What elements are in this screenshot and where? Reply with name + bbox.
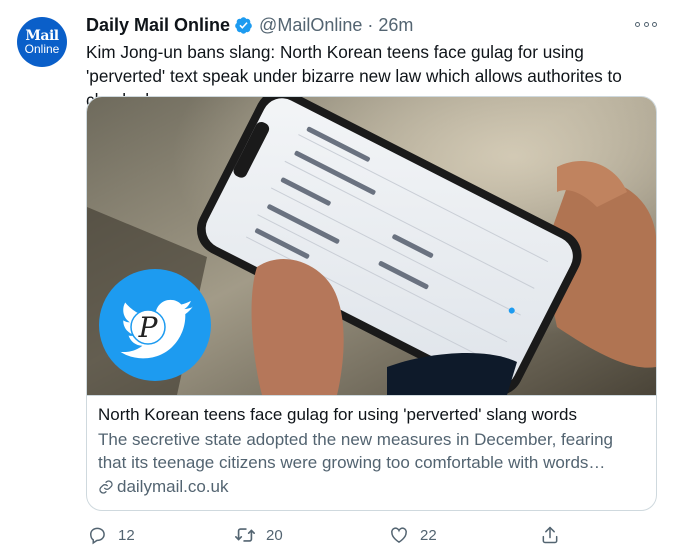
share-button[interactable]: [539, 522, 561, 548]
link-icon: [99, 480, 113, 494]
like-button[interactable]: 22: [388, 522, 437, 548]
more-icon[interactable]: [635, 17, 657, 31]
account-handle[interactable]: @MailOnline: [259, 15, 362, 36]
more-dot: [635, 21, 640, 27]
like-count: 22: [420, 526, 437, 544]
card-domain-text: dailymail.co.uk: [117, 477, 229, 496]
verified-badge-icon: [234, 16, 253, 35]
card-description: The secretive state adopted the new meas…: [98, 430, 614, 472]
separator-dot: ·: [367, 14, 374, 35]
overlay-letter: P: [138, 311, 159, 344]
reply-icon: [86, 524, 108, 546]
retweet-button[interactable]: 20: [234, 522, 283, 548]
tweet-header: Daily Mail Online @MailOnline · 26m: [86, 13, 413, 37]
avatar[interactable]: Mail Online: [17, 17, 67, 67]
card-title: North Korean teens face gulag for using …: [98, 405, 577, 424]
retweet-count: 20: [266, 526, 283, 544]
avatar-line-2: Online: [24, 41, 60, 56]
timestamp[interactable]: 26m: [378, 15, 413, 36]
card-body[interactable]: North Korean teens face gulag for using …: [87, 395, 656, 510]
retweet-icon: [234, 524, 256, 546]
card-domain: dailymail.co.uk: [98, 476, 645, 498]
link-card[interactable]: P North Korean teens face gulag for usin…: [86, 96, 657, 511]
action-bar: 12 20 22: [86, 522, 566, 548]
tweet[interactable]: Mail Online Daily Mail Online @MailOnlin…: [0, 0, 677, 556]
account-name[interactable]: Daily Mail Online: [86, 15, 230, 36]
share-icon: [539, 524, 561, 546]
card-image[interactable]: P: [87, 97, 656, 396]
reply-button[interactable]: 12: [86, 522, 135, 548]
more-dot: [643, 21, 649, 27]
more-dot: [652, 21, 657, 27]
like-icon: [388, 524, 410, 546]
avatar-line-1: Mail: [25, 27, 59, 44]
reply-count: 12: [118, 526, 135, 544]
